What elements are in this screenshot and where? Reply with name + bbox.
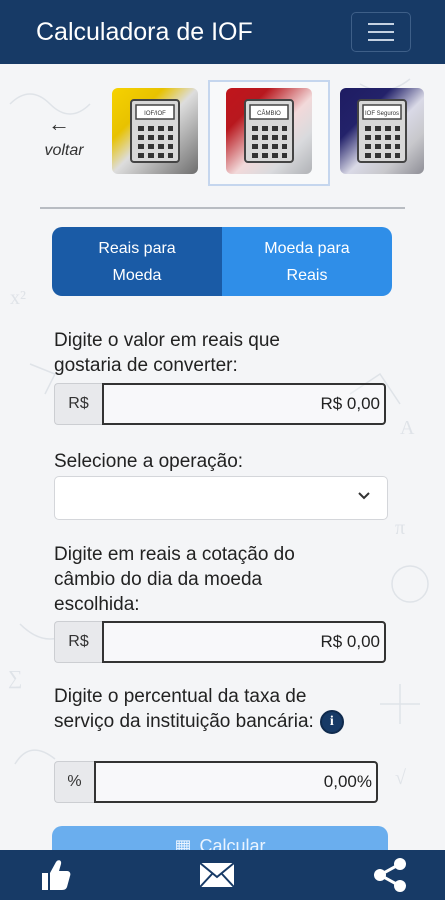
- calculator-tile-iof[interactable]: IOF/IOF: [112, 88, 198, 174]
- operation-select[interactable]: [54, 476, 388, 520]
- svg-text:√: √: [395, 767, 406, 789]
- exchange-rate-label: Digite em reais a cotação do câmbio do d…: [54, 544, 295, 615]
- chevron-down-icon: [358, 492, 370, 500]
- exchange-rate-input[interactable]: R$ 0,00: [102, 621, 386, 663]
- calculator-icon: IOF/IOF: [130, 99, 180, 163]
- percent-prefix: %: [54, 761, 94, 803]
- conversion-direction-toggle: Reais para Moeda Moeda para Reais: [52, 227, 392, 296]
- calculator-tile-cambio[interactable]: CÂMBIO: [226, 88, 312, 174]
- svg-text:x²: x²: [10, 287, 26, 309]
- page-title: Calculadora de IOF: [36, 17, 253, 46]
- calculator-icon: ▦: [174, 836, 192, 850]
- fee-input-group: % 0,00%: [54, 761, 378, 803]
- hamburger-icon: [368, 23, 394, 25]
- toggle-moeda-para-reais[interactable]: Moeda para Reais: [222, 227, 392, 296]
- main-content[interactable]: A x² π ∑ √ ← voltar IOF/IOF CÂMBIO IOF S…: [0, 64, 445, 850]
- back-label: voltar: [44, 142, 84, 159]
- fee-input[interactable]: 0,00%: [94, 761, 378, 803]
- currency-prefix: R$: [54, 383, 102, 425]
- svg-text:π: π: [395, 517, 405, 539]
- amount-input-group: R$ R$ 0,00: [54, 383, 386, 425]
- calculator-icon: IOF Seguros: [357, 99, 407, 163]
- back-button[interactable]: ← voltar: [36, 113, 92, 160]
- menu-button[interactable]: [351, 12, 411, 52]
- info-icon[interactable]: i: [319, 709, 344, 734]
- calculator-screen-text: IOF/IOF: [144, 111, 166, 117]
- app-header: Calculadora de IOF: [0, 0, 445, 64]
- exchange-rate-input-group: R$ R$ 0,00: [54, 621, 386, 663]
- arrow-left-icon: ←: [48, 111, 70, 136]
- amount-input[interactable]: R$ 0,00: [102, 383, 386, 425]
- currency-prefix: R$: [54, 621, 102, 663]
- amount-label: Digite o valor em reais que gostaria de …: [54, 330, 280, 376]
- thumbs-up-icon[interactable]: [40, 858, 72, 892]
- bottom-bar: [0, 850, 445, 900]
- calculator-tile-seguros[interactable]: IOF Seguros: [340, 88, 424, 174]
- toggle-reais-para-moeda[interactable]: Reais para Moeda: [52, 227, 222, 296]
- divider: [40, 207, 405, 209]
- operation-label: Selecione a operação:: [54, 451, 244, 472]
- calculator-screen-text: CÂMBIO: [257, 110, 281, 117]
- envelope-icon[interactable]: [199, 862, 235, 888]
- svg-text:A: A: [400, 417, 415, 439]
- share-icon[interactable]: [372, 858, 408, 892]
- calculator-screen-text: IOF Seguros: [365, 111, 399, 117]
- svg-text:∑: ∑: [8, 667, 22, 689]
- calculate-button[interactable]: ▦ Calcular: [52, 826, 388, 850]
- fee-label: Digite o percentual da taxa de serviço d…: [54, 684, 344, 734]
- calculator-icon: CÂMBIO: [244, 99, 294, 163]
